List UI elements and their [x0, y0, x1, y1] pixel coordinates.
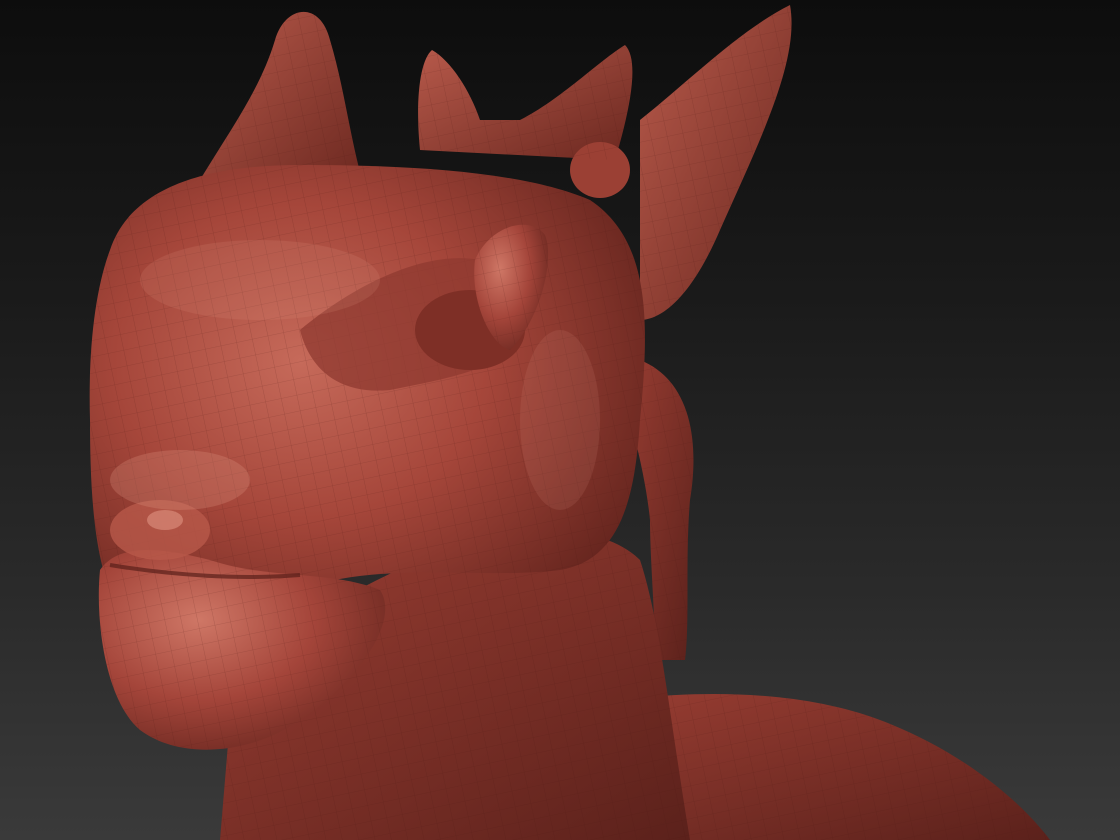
dragon-sculpt-render[interactable] — [0, 0, 1120, 840]
sculpt-viewport[interactable] — [0, 0, 1120, 840]
left-horn — [200, 11, 365, 191]
right-horn — [640, 5, 792, 320]
